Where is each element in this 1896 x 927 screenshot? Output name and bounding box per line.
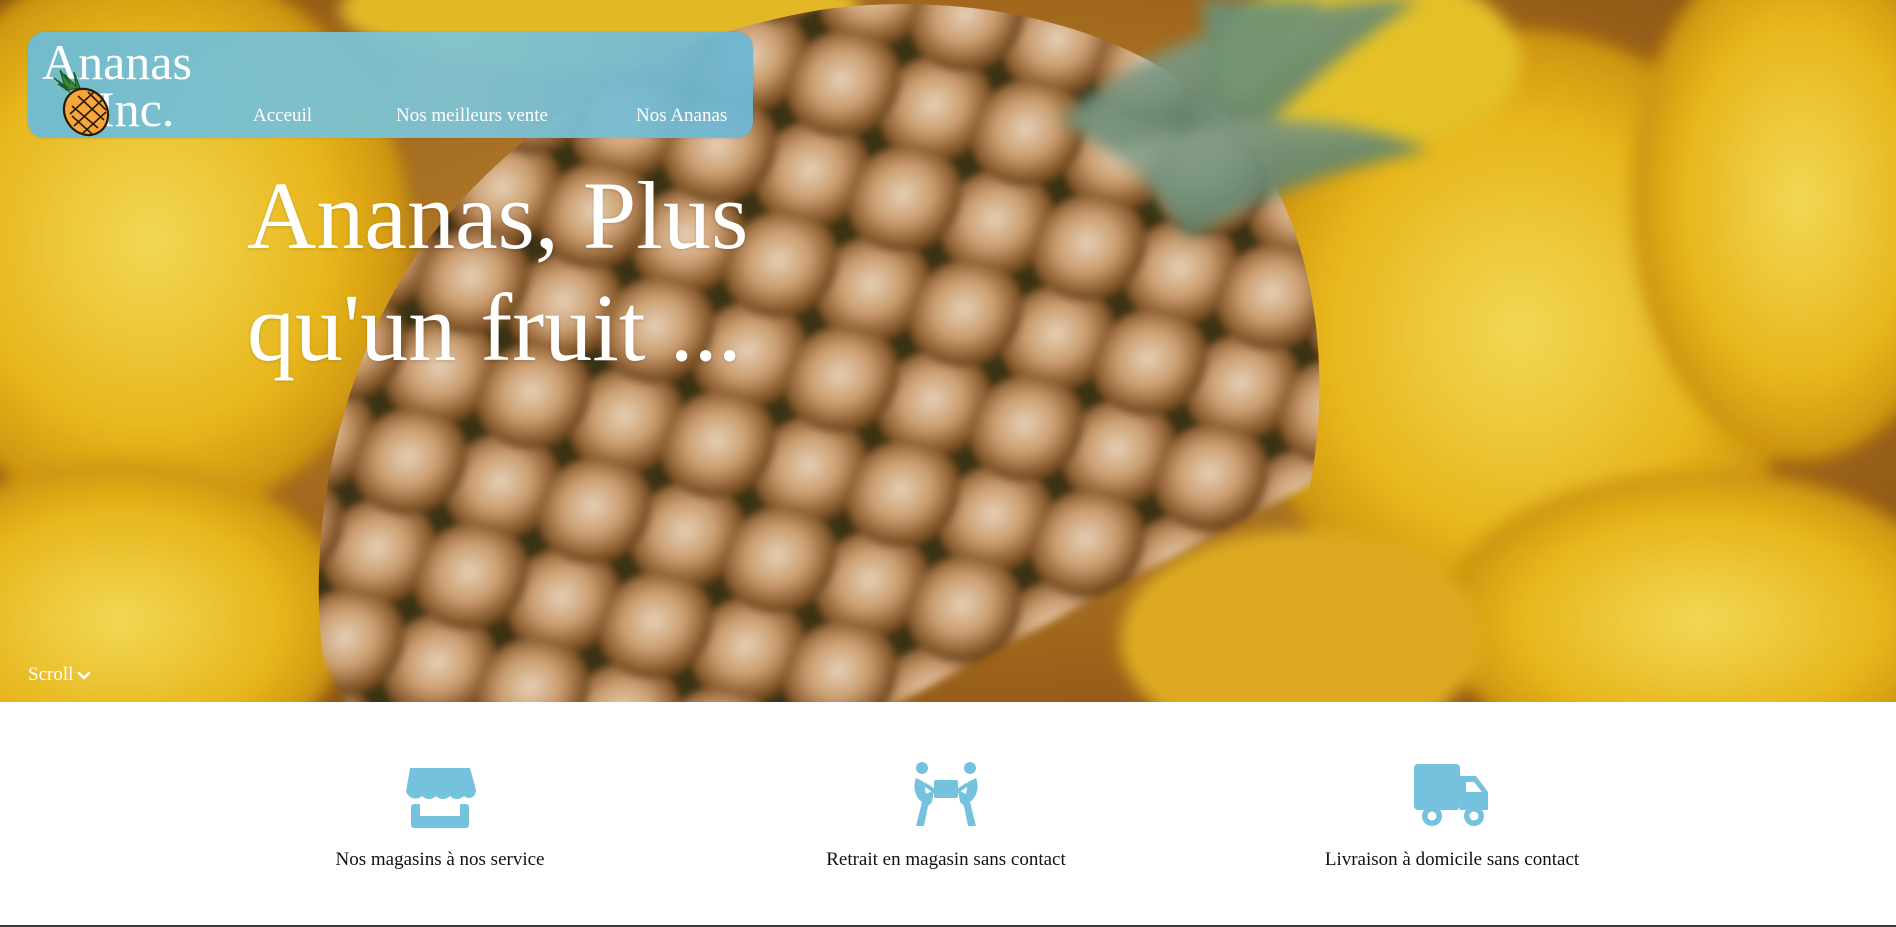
feature-pickup-label: Retrait en magasin sans contact <box>826 849 1066 870</box>
hero-headline: Ananas, Plus qu'un fruit ... <box>247 160 867 384</box>
top-navbar: Ananas Inc. Acceuil Nos meilleurs vente … <box>28 32 753 138</box>
store-icon <box>406 768 476 828</box>
nav-link-nos-ananas[interactable]: Nos Ananas <box>636 104 727 128</box>
nav-link-acceuil[interactable]: Acceuil <box>253 104 312 128</box>
nav-link-best-sellers[interactable]: Nos meilleurs vente <box>396 104 548 128</box>
features-section: Nos magasins à nos service Retrait en ma… <box>0 702 1896 925</box>
feature-pickup: Retrait en magasin sans contact <box>816 762 1076 871</box>
feature-stores: Nos magasins à nos service <box>310 762 570 871</box>
hero-section: Ananas Inc. Acceuil Nos meilleurs vente … <box>0 0 1896 702</box>
chevron-down-icon <box>78 671 91 680</box>
people-carry-box-icon <box>914 762 978 826</box>
feature-delivery: Livraison à domicile sans contact <box>1322 762 1582 871</box>
hero-headline-line2: qu'un fruit ... <box>247 274 742 381</box>
scroll-label: Scroll <box>28 664 74 685</box>
hero-headline-line1: Ananas, Plus <box>247 162 749 269</box>
truck-icon <box>1414 764 1488 826</box>
scroll-button[interactable]: Scroll <box>28 663 91 687</box>
brand-logo[interactable]: Ananas Inc. <box>42 32 212 138</box>
pineapple-icon <box>53 69 110 137</box>
feature-delivery-label: Livraison à domicile sans contact <box>1324 849 1580 870</box>
feature-stores-label: Nos magasins à nos service <box>335 849 545 870</box>
